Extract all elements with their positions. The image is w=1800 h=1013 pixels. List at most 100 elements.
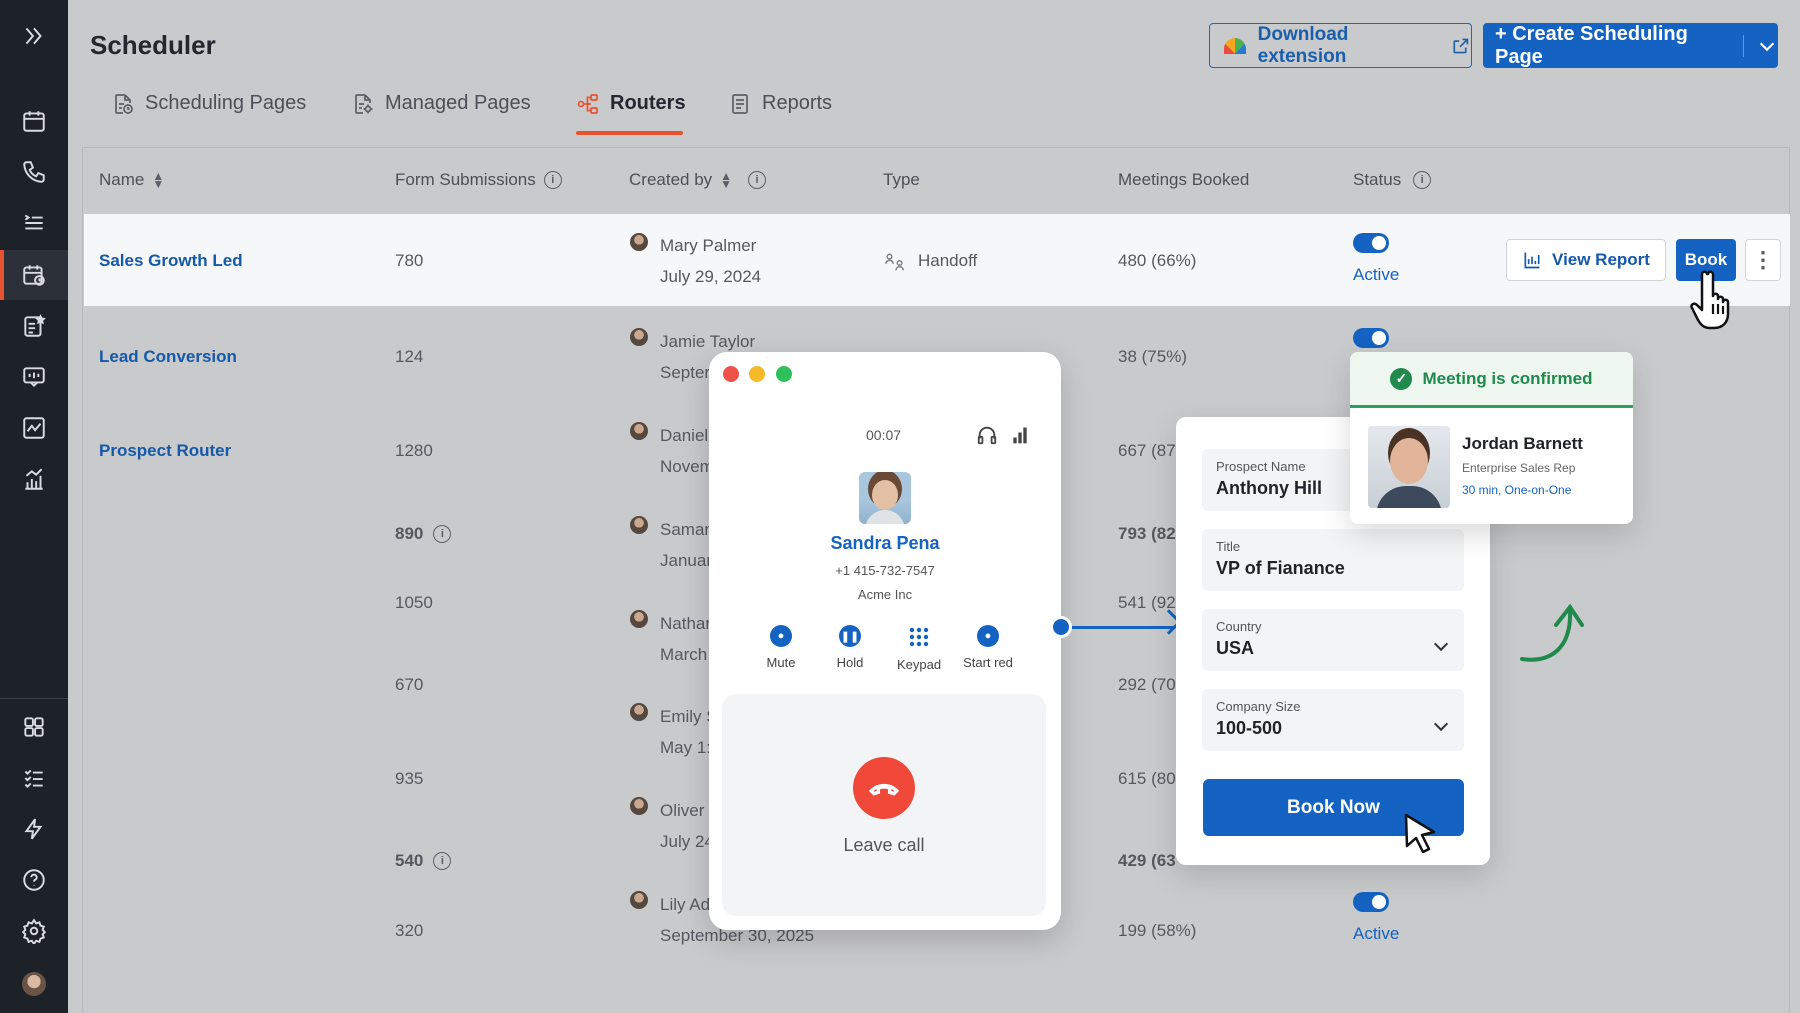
creator-avatar [630,891,648,909]
column-header-form-submissions: Form Submissions i [395,170,562,190]
keypad-control[interactable]: Keypad [884,625,954,672]
router-name-link[interactable]: Sales Growth Led [99,251,243,271]
view-report-button[interactable]: View Report [1506,239,1666,281]
window-close-dot[interactable] [723,366,739,382]
phone-icon[interactable] [16,154,52,190]
status-toggle[interactable] [1353,328,1389,348]
download-extension-label: Download extension [1257,23,1349,67]
pause-icon: ❚❚ [839,625,861,647]
call-timer: 00:07 [866,427,902,443]
user-avatar[interactable] [22,972,46,996]
router-type: Handoff [918,251,978,270]
meetings-booked-value: 292 (70 [1118,675,1176,694]
calendar-icon[interactable] [16,103,52,139]
sort-icon[interactable]: ▲ ▼ [720,170,732,190]
meetings-booked-value: 793 (82 [1118,524,1176,543]
create-dropdown-toggle[interactable] [1743,34,1778,57]
creator-avatar [630,516,648,534]
creator-avatar [630,703,648,721]
info-icon[interactable]: i [543,171,562,189]
column-header-label: Created by [629,170,713,189]
tab-managed-pages[interactable]: Managed Pages [351,92,531,136]
record-icon: ● [977,625,999,647]
signal-strength-icon [1013,427,1027,444]
field-value: 100-500 [1216,718,1283,738]
settings-gear-icon[interactable] [16,913,52,949]
column-header-meetings-booked: Meetings Booked [1118,170,1249,190]
meetings-booked-value: 615 (80 [1118,769,1176,788]
title-field[interactable]: Title VP of Fianance [1202,529,1464,591]
tab-label: Managed Pages [385,92,531,114]
sort-icon[interactable]: ▲ ▼ [152,170,164,190]
headphones-icon[interactable] [975,424,999,446]
leave-call-button[interactable] [853,757,915,819]
info-icon[interactable]: i [1413,171,1432,189]
tab-reports[interactable]: Reports [728,92,832,136]
confirmation-message: Meeting is confirmed [1422,368,1593,388]
field-label: Title [1216,539,1241,554]
tab-scheduling-pages[interactable]: Scheduling Pages [111,92,306,136]
router-name-link[interactable]: Prospect Router [99,441,231,461]
sidebar [0,0,68,1013]
router-icon [577,94,598,114]
scheduler-icon[interactable] [16,257,52,293]
list-icon[interactable] [16,205,52,241]
meeting-meta: 30 min, One-on-One [1462,483,1572,497]
column-header-created-by[interactable]: Created by ▲ ▼ i [629,170,767,190]
tab-label: Routers [610,92,686,114]
rep-title: Enterprise Sales Rep [1462,461,1576,475]
chat-icon[interactable] [16,359,52,395]
download-extension-button[interactable]: Download extension [1209,23,1472,68]
create-scheduling-page-button[interactable]: + Create Scheduling Page [1483,23,1778,68]
hold-control[interactable]: ❚❚ Hold [815,625,885,670]
notes-star-icon[interactable] [16,308,52,344]
mute-control[interactable]: ● Mute [746,625,816,670]
more-options-icon[interactable]: ⋮ [1745,239,1781,281]
status-toggle[interactable] [1353,233,1389,253]
creator-avatar [630,610,648,628]
hangup-phone-icon [868,783,900,796]
creator-name: Jamie Taylor [660,332,756,351]
creator-avatar [630,328,648,346]
creator-avatar [630,797,648,815]
view-report-label: View Report [1552,250,1650,269]
confirmation-banner: ✓ Meeting is confirmed [1350,352,1633,408]
connector-dot [1050,616,1072,638]
info-icon[interactable]: i [433,525,452,543]
info-icon[interactable]: i [748,171,767,189]
router-name-link[interactable]: Lead Conversion [99,347,237,367]
column-header-name[interactable]: Name ▲ ▼ [99,170,164,190]
info-icon[interactable]: i [433,852,452,870]
meetings-booked-value: 429 (63 [1118,851,1176,870]
window-maximize-dot[interactable] [776,366,792,382]
column-header-status: Status i [1353,170,1432,190]
tab-label: Reports [762,92,833,114]
record-control[interactable]: ● Start red [953,625,1023,670]
form-submissions-value: 670 [395,675,424,694]
analytics-icon[interactable] [16,410,52,446]
status-toggle[interactable] [1353,892,1389,912]
created-date: Septer [660,363,711,382]
keypad-icon [909,627,929,647]
creator-name: Oliver [660,801,705,820]
tab-routers[interactable]: Routers [576,92,686,136]
checklist-icon[interactable] [16,760,52,796]
caller-photo [859,472,911,524]
expand-sidebar-icon[interactable] [16,18,52,54]
creator-name: Lily Ad [660,895,711,914]
meetings-booked-value: 199 (58%) [1118,921,1197,940]
window-minimize-dot[interactable] [749,366,765,382]
form-submissions-value: 780 [395,251,424,270]
control-label: Start red [963,655,1013,670]
form-submissions-value: 890 [395,524,424,543]
lightning-icon[interactable] [16,811,52,847]
apps-grid-icon[interactable] [16,709,52,745]
help-icon[interactable] [16,862,52,898]
reports-icon[interactable] [16,461,52,497]
company-size-select[interactable]: Company Size 100-500 [1202,689,1464,751]
control-label: Mute [766,655,796,670]
document-settings-icon [355,94,373,114]
country-select[interactable]: Country USA [1202,609,1464,671]
rep-photo [1368,426,1450,508]
created-date: May 1: [660,738,712,757]
